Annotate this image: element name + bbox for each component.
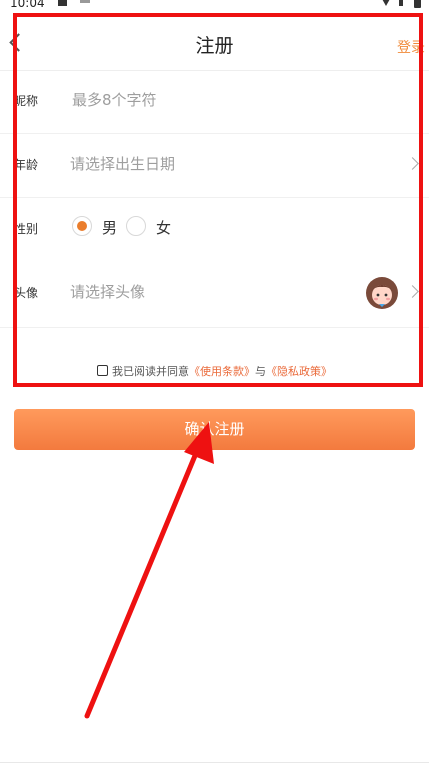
agreement-line: 我已阅读并同意《使用条款》与《隐私政策》: [0, 363, 429, 379]
chevron-right-icon: [406, 285, 419, 298]
privacy-link[interactable]: 《隐私政策》: [266, 365, 332, 378]
header: 注册 登录: [0, 18, 429, 71]
age-row[interactable]: 年龄 请选择出生日期: [0, 133, 429, 198]
status-bar: 10:04: [0, 0, 429, 14]
nickname-label: 昵称: [14, 94, 39, 108]
radio-female[interactable]: [126, 216, 146, 236]
gender-label: 性别: [14, 222, 39, 236]
signal-icon: [399, 0, 403, 6]
radio-male[interactable]: [72, 216, 92, 236]
radio-female-label[interactable]: 女: [156, 217, 171, 238]
login-link[interactable]: 登录: [397, 37, 425, 57]
divider: [0, 762, 429, 763]
notification-icon: [80, 0, 90, 3]
confirm-register-button[interactable]: 确认注册: [14, 409, 415, 450]
avatar-row[interactable]: 头像 请选择头像: [0, 261, 429, 328]
nickname-row[interactable]: 昵称 最多8个字符: [0, 69, 429, 134]
chevron-right-icon: [406, 157, 419, 170]
gender-row: 性别 男 女: [0, 197, 429, 261]
radio-male-label[interactable]: 男: [102, 217, 117, 238]
avatar-label: 头像: [14, 286, 39, 300]
status-time: 10:04: [10, 0, 45, 10]
agreement-text: 我已阅读并同意: [112, 365, 189, 378]
agreement-checkbox[interactable]: [97, 365, 108, 376]
age-label: 年龄: [14, 158, 39, 172]
page-title: 注册: [195, 35, 234, 57]
nickname-input[interactable]: 最多8个字符: [72, 89, 157, 110]
avatar-picker[interactable]: 请选择头像: [70, 281, 145, 302]
notification-icon: [58, 0, 67, 6]
terms-link[interactable]: 《使用条款》: [189, 365, 255, 378]
birthdate-picker[interactable]: 请选择出生日期: [70, 153, 175, 174]
agreement-connector: 与: [255, 365, 266, 378]
battery-icon: [414, 0, 421, 8]
wifi-icon: [377, 0, 395, 6]
cartoon-avatar-icon[interactable]: [366, 277, 398, 309]
